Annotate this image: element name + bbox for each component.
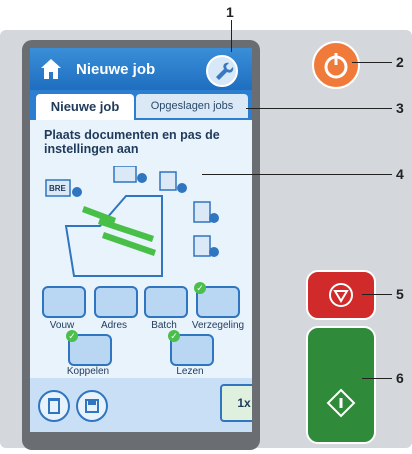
instruction-text: Plaats documenten en pas de instellingen… xyxy=(44,128,220,156)
stop-button[interactable] xyxy=(306,270,376,320)
page-title: Nieuwe job xyxy=(76,61,156,78)
machine-illustration xyxy=(44,165,234,286)
tab-nieuwe-job[interactable]: Nieuwe job xyxy=(36,94,134,120)
bre-label: BRE xyxy=(49,184,66,193)
batch-label: Batch xyxy=(151,320,177,331)
callout-line-6 xyxy=(362,378,392,379)
trash-icon[interactable] xyxy=(38,390,70,422)
tab-opgeslagen-jobs[interactable]: Opgeslagen jobs xyxy=(136,94,248,118)
callout-6: 6 xyxy=(396,370,404,386)
tab-label: Nieuwe job xyxy=(50,99,120,114)
check-icon: ✓ xyxy=(168,330,180,342)
callout-2: 2 xyxy=(396,54,404,70)
callout-1: 1 xyxy=(226,4,234,20)
start-button[interactable] xyxy=(306,326,376,444)
check-icon: ✓ xyxy=(194,282,206,294)
verzegeling-label: Verzegeling xyxy=(191,320,245,331)
save-icon[interactable] xyxy=(76,390,108,422)
tab-label: Opgeslagen jobs xyxy=(150,100,234,112)
callout-line-1 xyxy=(231,20,232,52)
callout-line-2 xyxy=(352,62,392,63)
vouw-button[interactable] xyxy=(42,286,86,318)
callout-line-4 xyxy=(202,174,392,175)
batch-button[interactable] xyxy=(144,286,188,318)
count-button[interactable]: 1x xyxy=(220,384,252,422)
check-icon: ✓ xyxy=(66,330,78,342)
callout-4: 4 xyxy=(396,166,404,182)
home-icon[interactable] xyxy=(38,56,64,82)
callout-3: 3 xyxy=(396,100,404,116)
vouw-label: Vouw xyxy=(49,320,75,331)
touch-screen: Nieuwe job Nieuwe job Opgeslagen jobs Pl… xyxy=(30,48,252,432)
adres-button[interactable] xyxy=(94,286,138,318)
lezen-label: Lezen xyxy=(176,366,204,377)
wrench-icon[interactable] xyxy=(206,55,238,87)
callout-5: 5 xyxy=(396,286,404,302)
callout-line-3 xyxy=(246,108,392,109)
callout-line-5 xyxy=(362,294,392,295)
power-button[interactable] xyxy=(312,41,360,89)
koppelen-label: Koppelen xyxy=(66,366,110,377)
